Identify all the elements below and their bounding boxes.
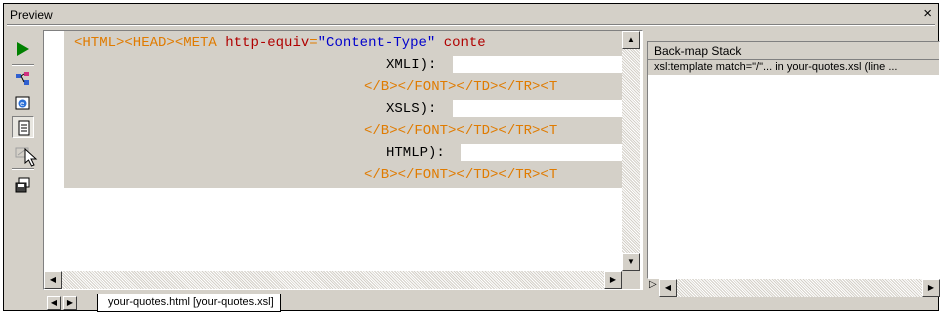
code-token: = xyxy=(309,35,318,51)
code-line: XSLS): xyxy=(386,100,436,118)
backmap-button[interactable] xyxy=(12,68,34,90)
title-bar: Preview × xyxy=(4,4,938,24)
disabled-button[interactable] xyxy=(12,140,38,167)
splitter-arrow-icon[interactable]: ▷ xyxy=(649,279,657,290)
output-blank xyxy=(453,56,622,73)
document-tab-strip: ◀ ▶ your-quotes.html [your-quotes.xsl] xyxy=(43,294,643,312)
run-button[interactable] xyxy=(12,38,34,60)
code-line: </B></FONT></TD></TR><T xyxy=(364,122,557,140)
code-token: XMLI): xyxy=(386,57,437,73)
backmap-scroll-left-button[interactable]: ◀ xyxy=(659,279,677,297)
window-title: Preview xyxy=(10,8,53,22)
code-line: <HTML><HEAD><META http-equiv="Content-Ty… xyxy=(74,34,486,52)
vertical-scrollbar[interactable]: ▲ ▼ xyxy=(622,31,640,271)
play-icon xyxy=(17,42,29,56)
backmap-stack-panel: Back-map Stack xsl:template match="/"...… xyxy=(647,41,940,279)
scroll-left-button[interactable]: ◀ xyxy=(44,271,62,289)
code-token: http-equiv xyxy=(225,35,310,51)
output-blank xyxy=(461,144,622,161)
backmap-horizontal-scrollbar[interactable]: ◀ ▶ xyxy=(659,279,940,297)
code-token: <HTML><HEAD><META xyxy=(74,35,226,51)
backmap-stack-header[interactable]: Back-map Stack xyxy=(648,42,939,60)
cursor-icon xyxy=(24,148,38,167)
code-token: "Content-Type" xyxy=(317,35,436,51)
source-editor[interactable]: <HTML><HEAD><META http-equiv="Content-Ty… xyxy=(43,30,643,290)
save-icon xyxy=(15,177,30,193)
toolbar-separator xyxy=(12,64,34,66)
tab-your-quotes[interactable]: your-quotes.html [your-quotes.xsl] xyxy=(97,294,281,312)
code-token: HTMLP): xyxy=(386,145,445,161)
source-view-button[interactable] xyxy=(12,116,34,138)
backmap-scroll-right-button[interactable]: ▶ xyxy=(922,279,940,297)
svg-text:e: e xyxy=(20,100,24,108)
code-line: HTMLP): xyxy=(386,144,445,162)
scrollbar-corner xyxy=(622,271,640,289)
code-area[interactable]: <HTML><HEAD><META http-equiv="Content-Ty… xyxy=(64,31,622,271)
document-icon xyxy=(18,120,30,136)
close-icon[interactable]: × xyxy=(923,5,932,22)
preview-window: Preview × e <HTML><HEAD><META http-equiv… xyxy=(3,3,940,312)
tab-label: your-quotes.html [your-quotes.xsl] xyxy=(108,296,274,308)
code-token: </B></FONT></TD></TR><T xyxy=(364,79,558,95)
scroll-right-button[interactable]: ▶ xyxy=(604,271,622,289)
code-token: conte xyxy=(443,35,486,51)
output-blank xyxy=(453,100,622,117)
vertical-toolbar: e xyxy=(6,28,40,278)
code-line: </B></FONT></TD></TR><T xyxy=(364,166,557,184)
code-line: XMLI): xyxy=(386,56,436,74)
title-divider xyxy=(7,24,935,26)
save-output-button[interactable] xyxy=(12,174,34,196)
backmap-stack-row[interactable]: xsl:template match="/"... in your-quotes… xyxy=(648,60,939,75)
code-token: </B></FONT></TD></TR><T xyxy=(364,123,558,139)
tab-scroll-right-button[interactable]: ▶ xyxy=(63,296,77,310)
editor-gutter xyxy=(44,31,64,271)
map-icon xyxy=(16,72,29,85)
browser-icon: e xyxy=(15,96,30,110)
browser-view-button[interactable]: e xyxy=(12,92,34,114)
code-token: XSLS): xyxy=(386,101,437,117)
toolbar-separator xyxy=(12,168,34,170)
tab-scroll-left-button[interactable]: ◀ xyxy=(47,296,61,310)
code-line: </B></FONT></TD></TR><T xyxy=(364,78,557,96)
horizontal-scrollbar[interactable]: ◀ ▶ xyxy=(44,271,622,289)
scroll-down-button[interactable]: ▼ xyxy=(622,253,640,271)
code-token: </B></FONT></TD></TR><T xyxy=(364,167,558,183)
scroll-up-button[interactable]: ▲ xyxy=(622,31,640,49)
